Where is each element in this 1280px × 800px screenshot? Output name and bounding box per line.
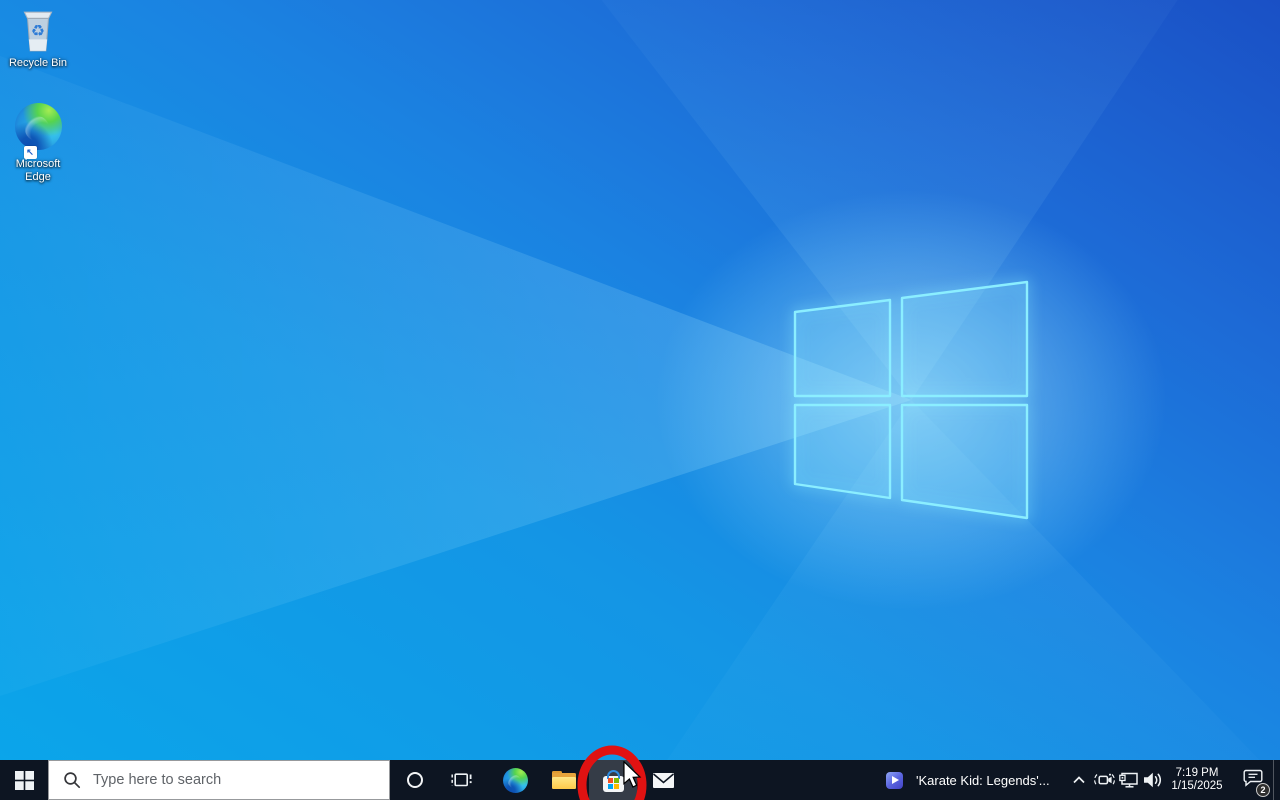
file-explorer-icon <box>551 771 576 789</box>
meet-now-button[interactable] <box>1092 760 1116 800</box>
chevron-up-icon <box>1073 776 1085 784</box>
shortcut-arrow-icon: ↖ <box>23 146 37 159</box>
play-icon <box>892 776 899 784</box>
microsoft-store-button[interactable] <box>589 760 637 800</box>
recycle-bin-icon: ♻ <box>23 11 53 52</box>
meet-now-camera-icon <box>1093 773 1115 786</box>
task-view-button[interactable] <box>439 760 485 800</box>
file-explorer-button[interactable] <box>540 760 587 800</box>
logo-glow <box>0 0 1280 800</box>
cortana-icon <box>407 772 423 788</box>
taskbar-clock[interactable]: 7:19 PM 1/15/2025 <box>1166 760 1228 800</box>
taskbar-edge-button[interactable] <box>492 760 538 800</box>
desktop-icon-microsoft-edge[interactable]: ↖ Microsoft Edge <box>0 103 76 184</box>
cortana-button[interactable] <box>393 760 437 800</box>
edge-icon <box>502 767 528 793</box>
windows-logo-wallpaper <box>793 280 1029 520</box>
network-button[interactable] <box>1116 760 1140 800</box>
clock-date: 1/15/2025 <box>1171 780 1223 792</box>
media-player-icon <box>886 771 903 789</box>
start-button[interactable] <box>0 760 48 800</box>
taskbar-search[interactable] <box>48 760 390 800</box>
task-view-icon <box>451 773 472 787</box>
clock-time: 7:19 PM <box>1175 766 1219 779</box>
volume-button[interactable] <box>1140 760 1166 800</box>
media-title: 'Karate Kid: Legends'... <box>916 772 1050 788</box>
mail-button[interactable] <box>639 760 687 800</box>
desktop-wallpaper <box>0 0 1280 800</box>
recycle-bin-label: Recycle Bin <box>8 57 68 69</box>
edge-icon <box>14 103 62 150</box>
speaker-icon <box>1144 772 1161 788</box>
mail-icon <box>652 772 674 788</box>
show-desktop-button[interactable] <box>1273 760 1280 800</box>
desktop-icon-recycle-bin[interactable]: ♻ Recycle Bin <box>0 8 76 70</box>
network-ethernet-icon <box>1118 772 1138 788</box>
microsoft-store-icon <box>602 769 624 792</box>
search-input[interactable] <box>91 771 351 789</box>
action-center-button[interactable]: 2 <box>1234 760 1272 800</box>
search-icon <box>64 772 81 789</box>
edge-shortcut-label: Microsoft Edge <box>15 158 61 183</box>
show-hidden-icons-button[interactable] <box>1064 760 1094 800</box>
taskbar: 'Karate Kid: Legends'... <box>0 760 1280 800</box>
media-now-playing-button[interactable]: 'Karate Kid: Legends'... <box>872 760 1068 800</box>
windows-start-icon <box>14 770 34 790</box>
svg-text:♻: ♻ <box>31 21 45 40</box>
windows-desktop: ♻ Recycle Bin ↖ Microsoft Edge Type here… <box>0 0 1280 800</box>
notification-badge: 2 <box>1256 783 1270 797</box>
